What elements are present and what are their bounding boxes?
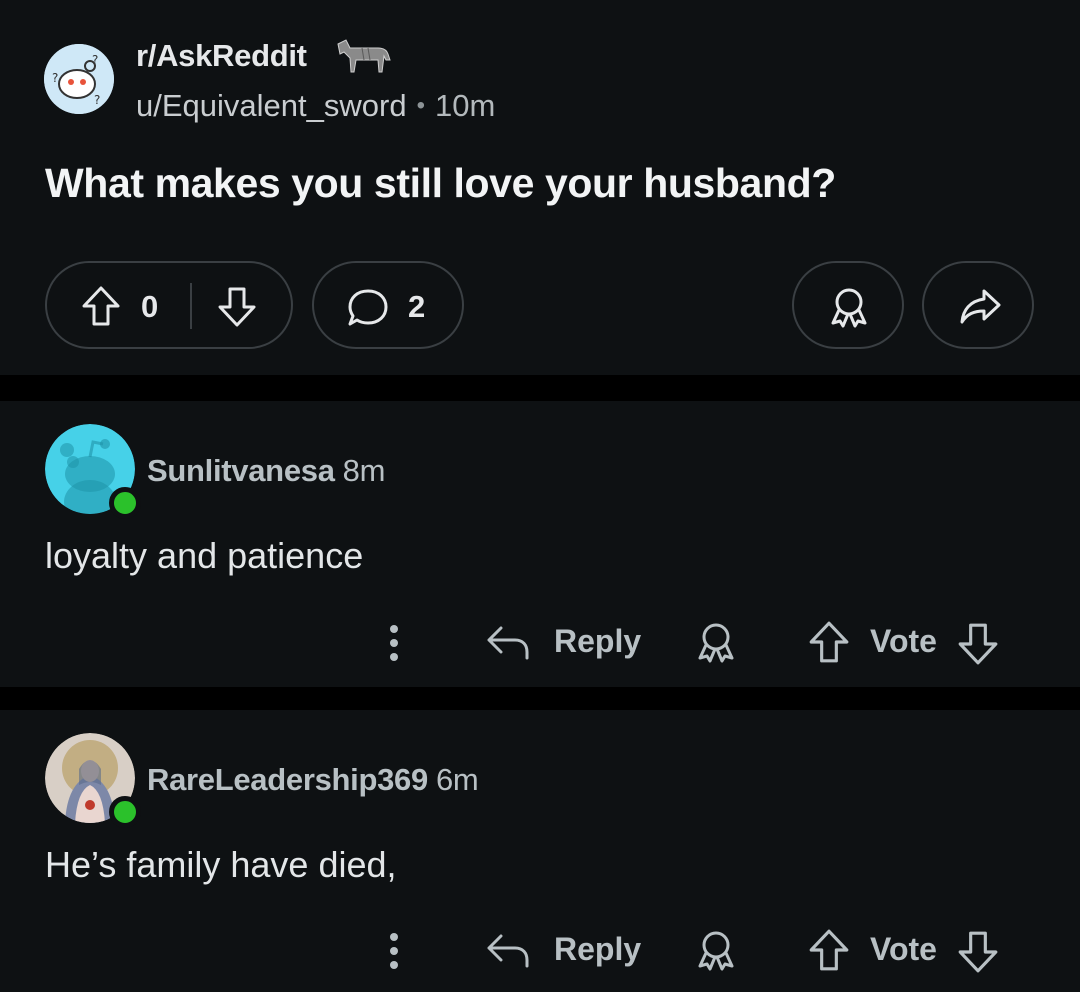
comment-body: loyalty and patience	[45, 535, 364, 576]
online-indicator	[109, 487, 141, 519]
downvote-icon[interactable]	[957, 930, 999, 979]
online-indicator	[109, 796, 141, 828]
comment-time: 8m	[342, 453, 386, 488]
subreddit-avatar[interactable]: ? ? ?	[44, 44, 114, 114]
comments-button[interactable]: 2	[312, 261, 464, 349]
more-icon[interactable]	[385, 932, 403, 975]
vote-label: Vote	[870, 623, 937, 659]
donkey-flair-icon	[334, 36, 394, 76]
svg-text:?: ?	[94, 93, 100, 107]
award-icon[interactable]	[695, 928, 737, 977]
comment-time: 6m	[435, 762, 479, 797]
comment-author[interactable]: RareLeadership369 6m	[147, 762, 479, 798]
share-button[interactable]	[922, 261, 1034, 349]
post-author[interactable]: u/Equivalent_sword	[136, 88, 407, 123]
upvote-icon[interactable]	[808, 928, 850, 977]
post-time: 10m	[434, 88, 496, 123]
comment-body: He’s family have died,	[45, 844, 397, 885]
downvote-icon[interactable]	[957, 622, 999, 671]
reply-button[interactable]: Reply	[554, 931, 641, 968]
downvote-icon[interactable]	[217, 286, 257, 333]
upvote-icon[interactable]	[81, 285, 121, 332]
comment-author[interactable]: Sunlitvanesa 8m	[147, 453, 385, 489]
comment-icon	[346, 287, 390, 334]
svg-text:?: ?	[92, 53, 98, 67]
reply-icon[interactable]	[485, 622, 531, 667]
comment-card: Sunlitvanesa 8m loyalty and patience Repl…	[0, 401, 1080, 687]
comment-author-name[interactable]: Sunlitvanesa	[147, 453, 335, 488]
post-meta: u/Equivalent_sword • 10m	[136, 88, 495, 124]
share-icon	[958, 287, 1002, 332]
award-button[interactable]	[792, 261, 904, 349]
post-card: ? ? ? r/AskReddit u/Equivalent_sword • 10m…	[0, 0, 1080, 375]
vote-divider	[190, 283, 192, 329]
subreddit-name[interactable]: r/AskReddit	[136, 38, 307, 74]
award-icon[interactable]	[695, 620, 737, 669]
reply-icon[interactable]	[485, 930, 531, 975]
vote-label: Vote	[870, 931, 937, 967]
vote-bar: 0	[45, 261, 293, 349]
svg-text:?: ?	[52, 71, 58, 85]
comment-count: 2	[408, 289, 426, 324]
comment-card: RareLeadership369 6m He’s family have die…	[0, 710, 1080, 992]
meta-separator: •	[416, 92, 425, 119]
more-icon[interactable]	[385, 624, 403, 667]
comment-author-name[interactable]: RareLeadership369	[147, 762, 428, 797]
upvote-icon[interactable]	[808, 620, 850, 669]
reply-button[interactable]: Reply	[554, 623, 641, 660]
post-title[interactable]: What makes you still love your husband?	[45, 160, 836, 207]
award-icon	[828, 285, 870, 334]
vote-count: 0	[141, 289, 159, 324]
